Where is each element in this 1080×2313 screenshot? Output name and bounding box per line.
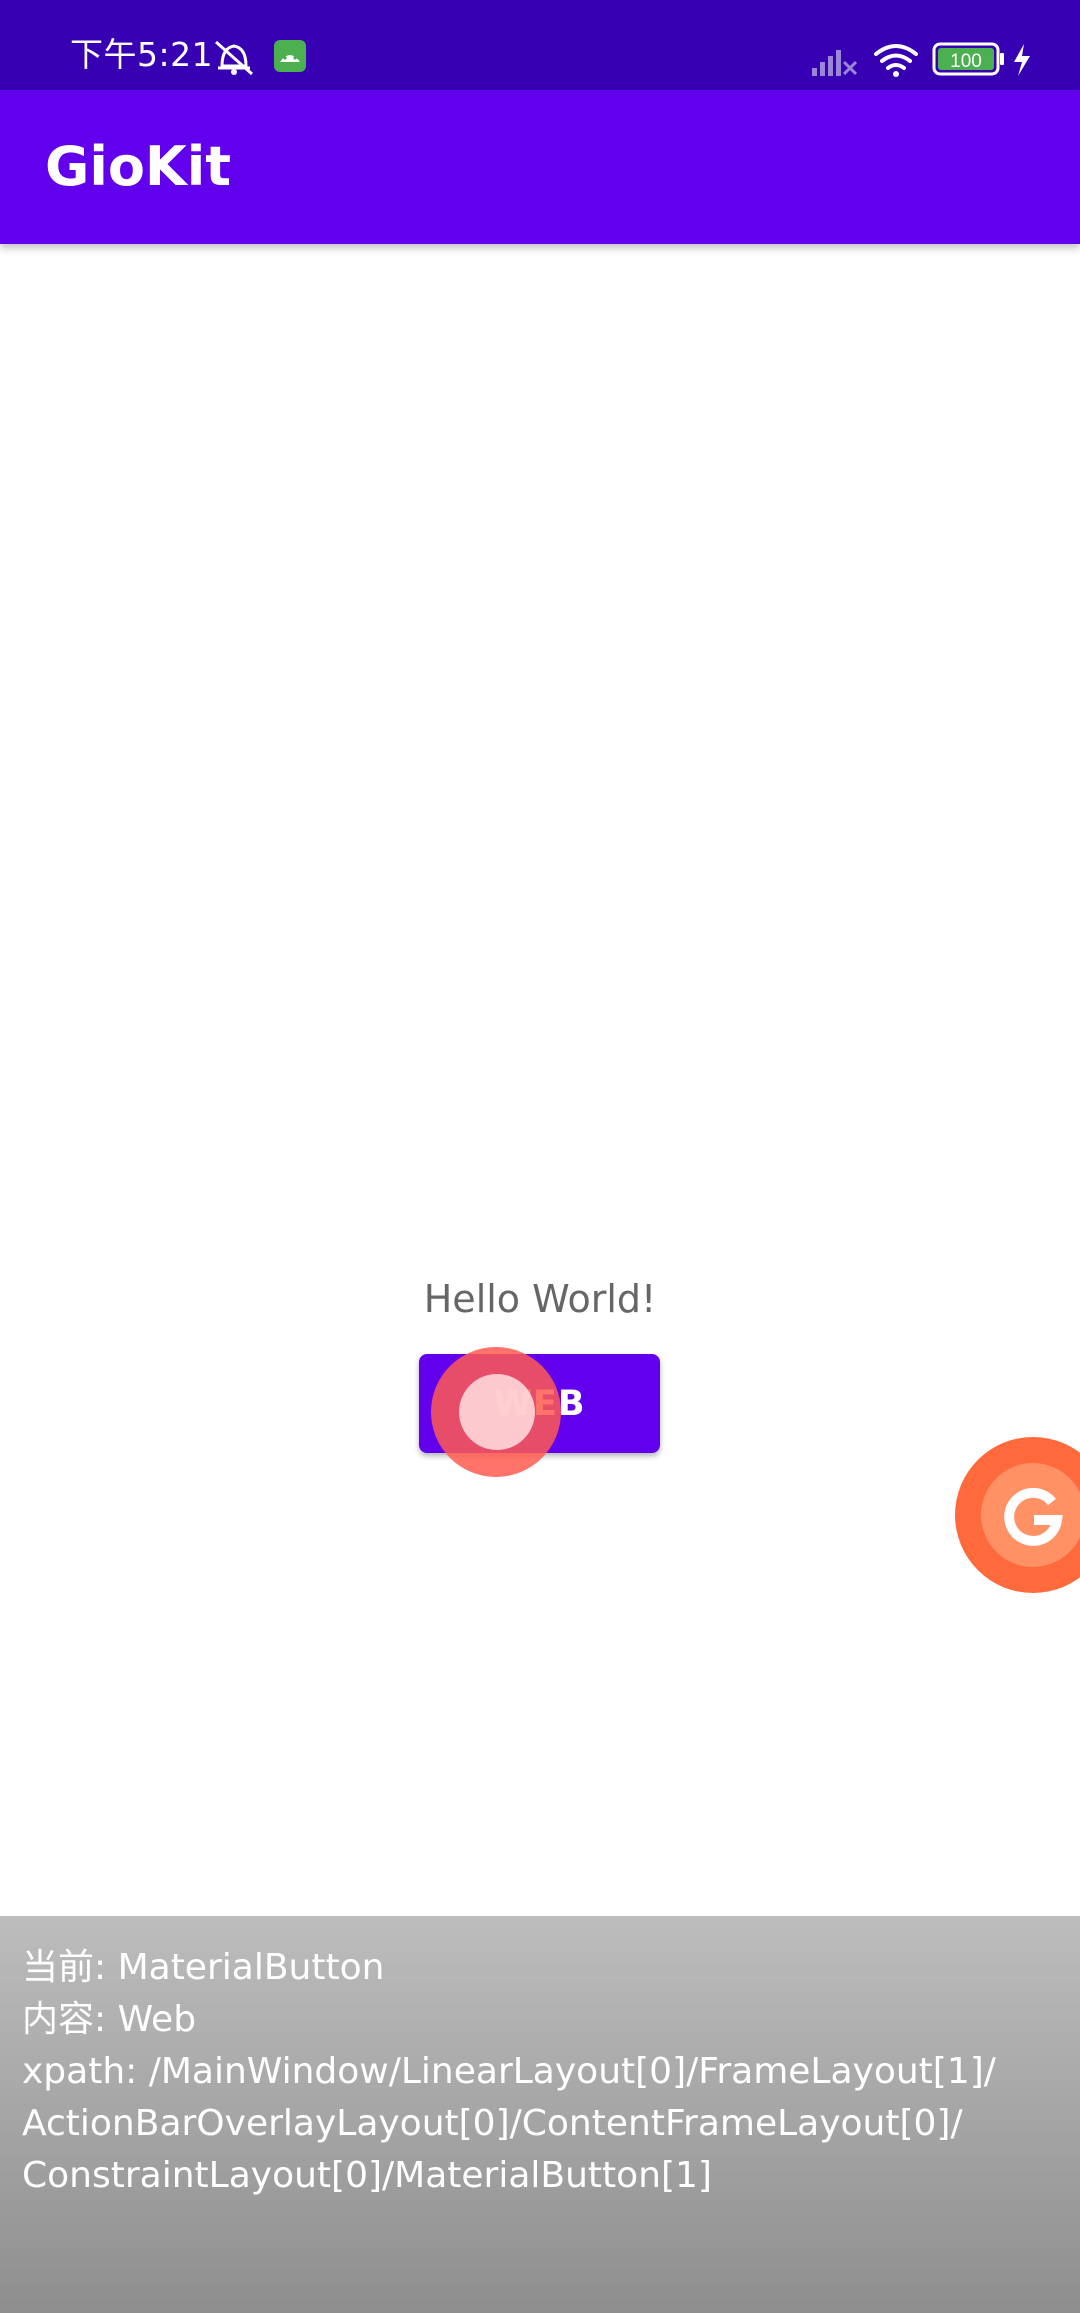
status-bar: 下午5:21 100: [0, 0, 1080, 90]
app-bar: GioKit: [0, 90, 1080, 244]
charging-icon: [1014, 44, 1030, 76]
status-time: 下午5:21: [70, 35, 214, 74]
element-info-panel: 当前: MaterialButton 内容: Web xpath: /MainW…: [0, 1916, 1080, 2313]
android-app-icon: [274, 40, 306, 72]
growingio-g-icon: [981, 1463, 1080, 1567]
giokit-floating-button[interactable]: [955, 1437, 1080, 1593]
app-title: GioKit: [45, 135, 232, 198]
hello-world-text: Hello World!: [423, 1277, 657, 1321]
status-right-icons: 100: [810, 40, 1050, 80]
xpath-line: ConstraintLayout[0]/MaterialButton[1]: [22, 2155, 712, 2196]
content-line: 内容: Web: [22, 1999, 197, 2040]
xpath-line: xpath: /MainWindow/LinearLayout[0]/Frame…: [22, 2051, 996, 2092]
touch-indicator-dot: [459, 1374, 535, 1450]
current-element-line: 当前: MaterialButton: [22, 1947, 385, 1988]
status-left-icons: [212, 38, 312, 78]
wifi-icon: [874, 44, 918, 77]
xpath-line: ActionBarOverlayLayout[0]/ContentFrameLa…: [22, 2103, 963, 2144]
signal-icon: [812, 50, 858, 76]
battery-icon: 100: [932, 42, 1004, 76]
element-info-text: 当前: MaterialButton 内容: Web xpath: /MainW…: [22, 1942, 1062, 2202]
battery-level: 100: [950, 51, 982, 72]
alarm-off-icon: [215, 40, 253, 76]
